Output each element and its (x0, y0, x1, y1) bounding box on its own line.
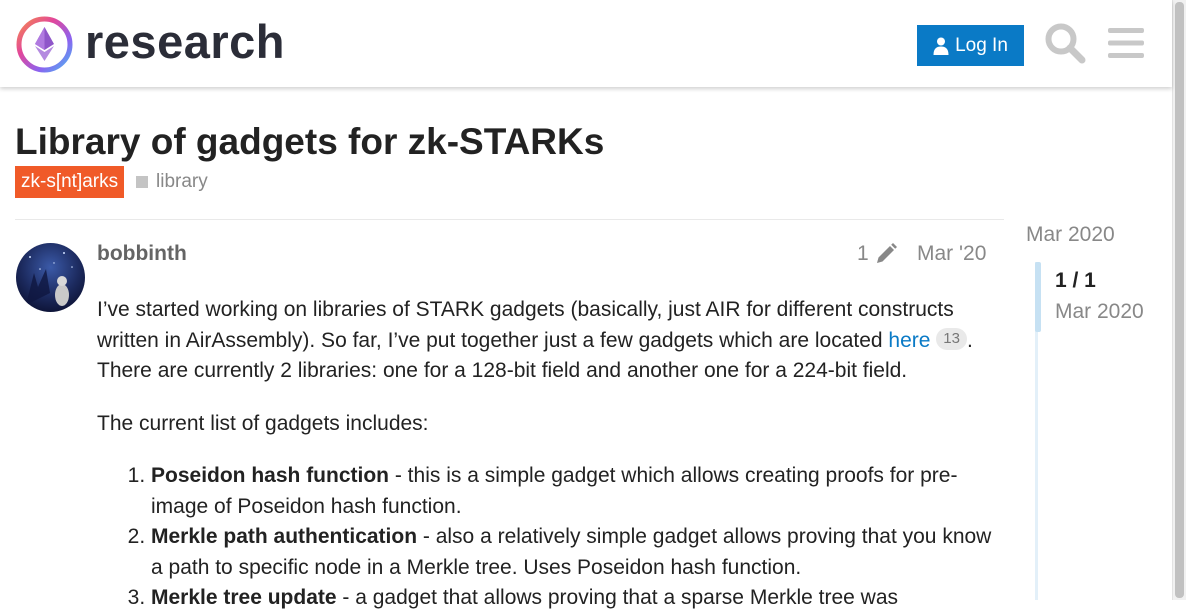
list-item: Merkle tree update - a gadget that allow… (151, 583, 997, 614)
edit-count: 1 (857, 242, 869, 265)
gadget-list: Poseidon hash function - this is a simpl… (97, 461, 997, 614)
list-item: Poseidon hash function - this is a simpl… (151, 461, 997, 522)
search-icon[interactable] (1044, 22, 1086, 64)
tag-square-icon (136, 176, 148, 188)
post-paragraph-1: I’ve started working on libraries of STA… (97, 298, 973, 382)
avatar[interactable] (16, 243, 85, 312)
post-body: I’ve started working on libraries of STA… (97, 295, 997, 614)
login-button[interactable]: Log In (917, 25, 1024, 66)
scrollbar-thumb[interactable] (1175, 2, 1184, 598)
edit-history[interactable]: 1 (857, 241, 897, 267)
here-link[interactable]: here (888, 329, 930, 352)
login-label: Log In (955, 34, 1008, 56)
post-username[interactable]: bobbinth (97, 241, 187, 267)
link-click-count: 13 (936, 328, 967, 351)
page-scrollbar[interactable] (1172, 0, 1186, 600)
research-logo[interactable] (16, 16, 73, 73)
tag-library[interactable]: library (136, 170, 208, 194)
logo-text[interactable]: research (85, 14, 285, 70)
hamburger-menu-icon[interactable] (1107, 26, 1145, 60)
topic-divider (15, 219, 1004, 220)
list-item: Merkle path authentication - also a rela… (151, 522, 997, 583)
site-header: research Log In (0, 0, 1172, 87)
topic-title[interactable]: Library of gadgets for zk-STARKs (15, 118, 604, 166)
timeline-position-date: Mar 2020 (1055, 300, 1144, 323)
category-badge[interactable]: zk-s[nt]arks (15, 166, 125, 198)
timeline-start-date[interactable]: Mar 2020 (1026, 222, 1115, 248)
tag-label: library (156, 171, 208, 192)
user-icon (933, 37, 949, 55)
timeline-position: 1 / 1 (1055, 269, 1096, 292)
post-date[interactable]: Mar '20 (917, 241, 986, 267)
post-paragraph-2: The current list of gadgets includes: (97, 411, 429, 435)
pencil-icon (876, 243, 897, 263)
timeline-handle[interactable] (1035, 262, 1041, 332)
